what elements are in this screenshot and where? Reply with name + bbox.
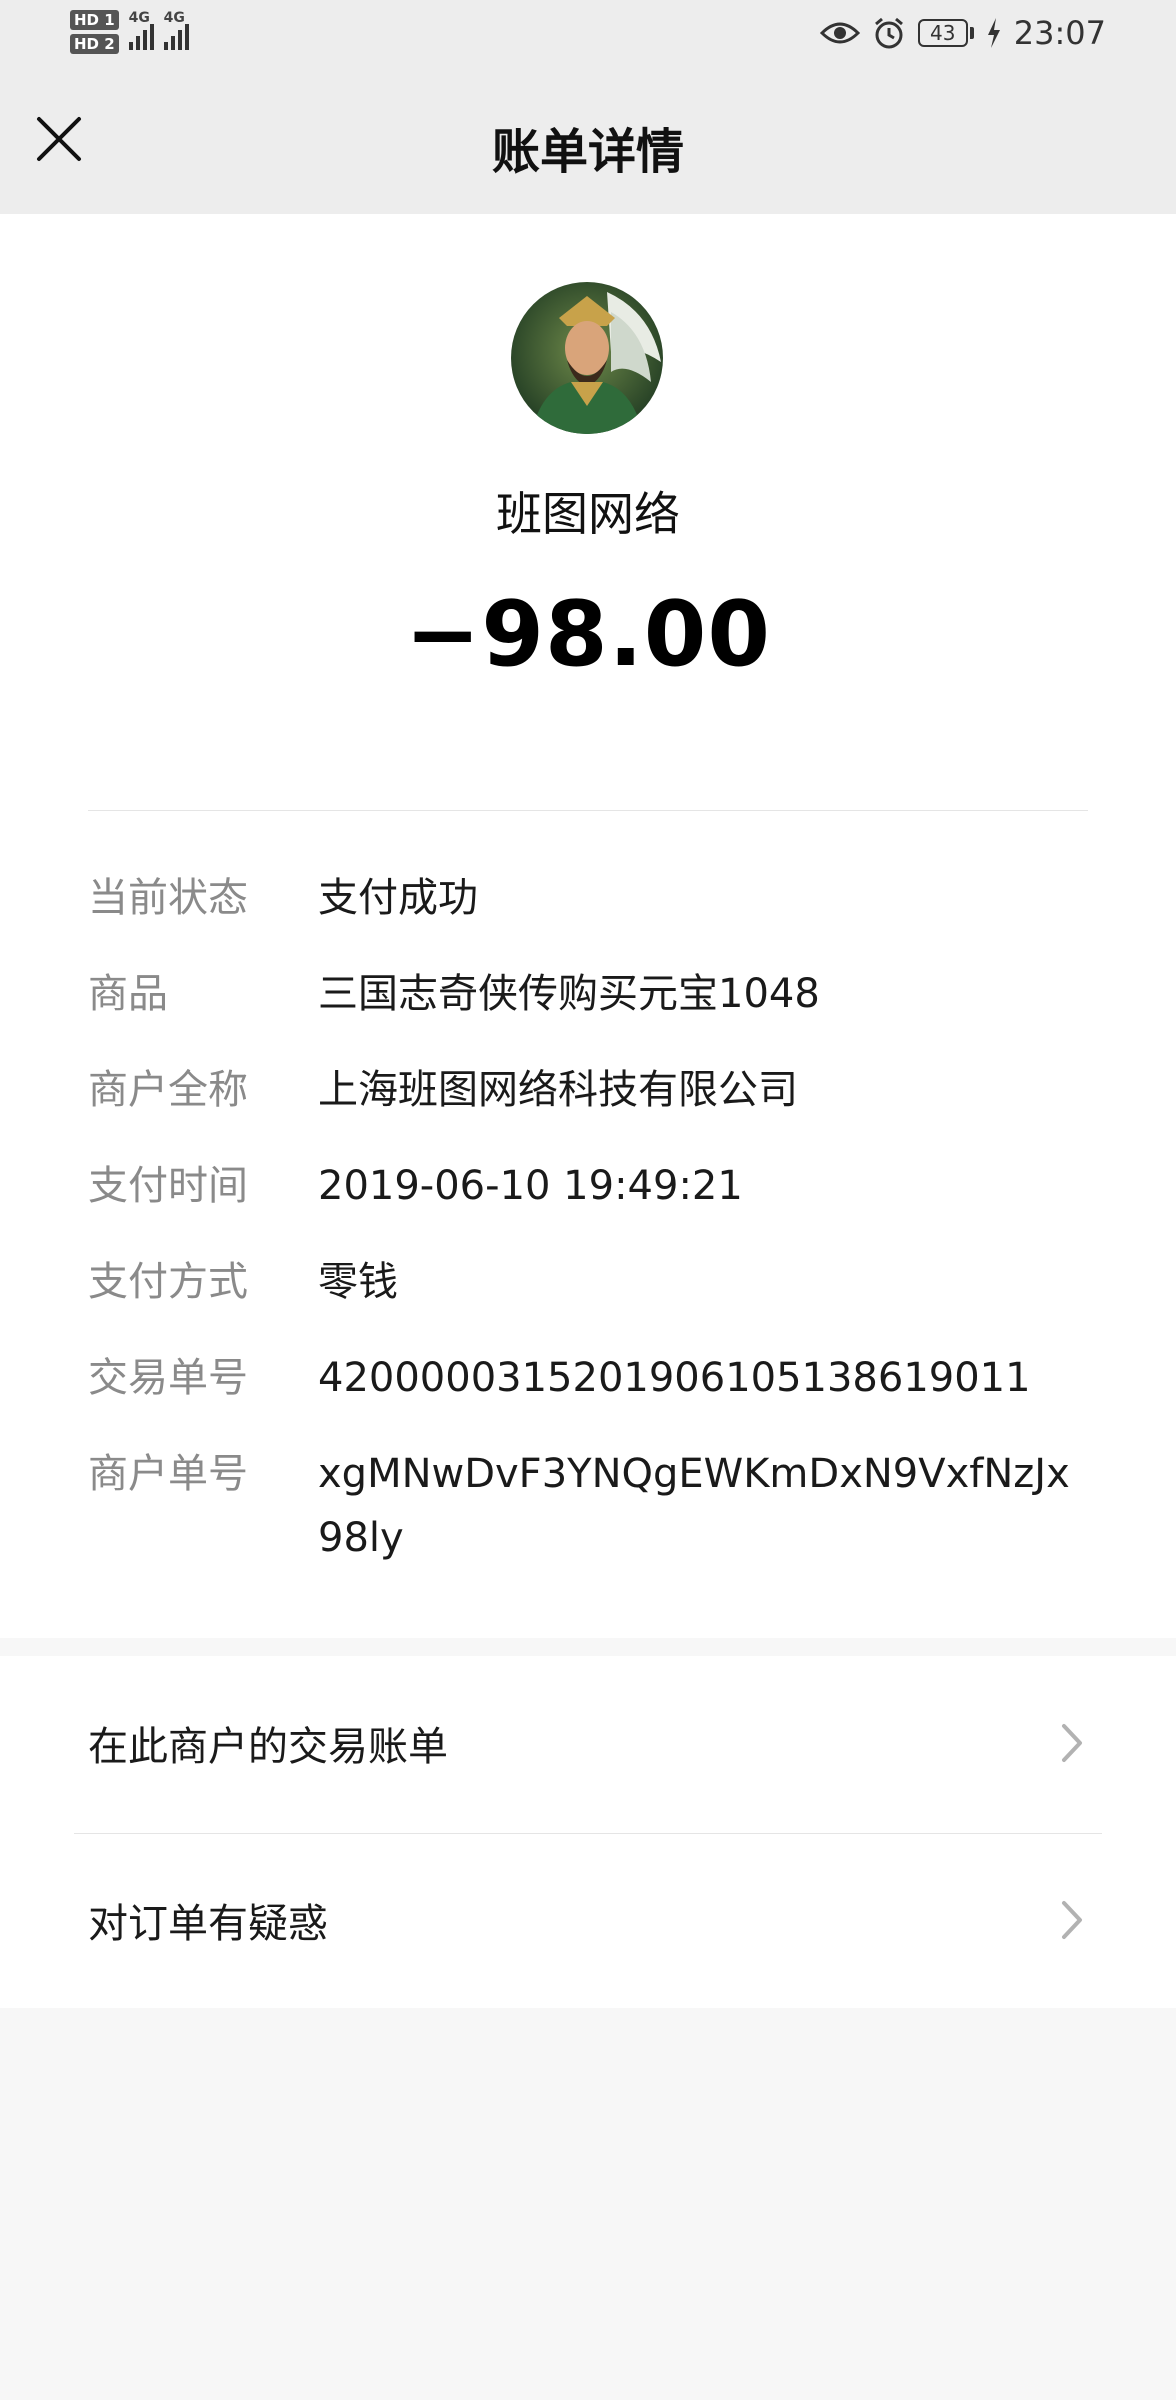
signal-icon: 4G	[128, 10, 154, 50]
detail-value: 上海班图网络科技有限公司	[318, 1067, 798, 1113]
detail-value: 2019-06-10 19:49:21	[318, 1163, 743, 1209]
merchant-avatar[interactable]	[511, 282, 663, 434]
alarm-icon	[874, 17, 903, 49]
detail-label: 支付方式	[88, 1259, 248, 1305]
detail-row-product: 商品 三国志奇侠传购买元宝1048	[88, 970, 1088, 1026]
detail-label: 当前状态	[88, 875, 248, 921]
status-left: HD 1 HD 2 4G 4G	[70, 10, 189, 54]
section-divider	[88, 810, 1088, 811]
detail-row-status: 当前状态 支付成功	[88, 874, 1088, 930]
action-list: 在此商户的交易账单 对订单有疑惑	[0, 1656, 1176, 2008]
page-title: 账单详情	[491, 124, 684, 180]
detail-value: 零钱	[318, 1259, 398, 1305]
sim1-badge: HD 1	[70, 10, 119, 30]
detail-row-method: 支付方式 零钱	[88, 1258, 1088, 1314]
detail-label: 交易单号	[88, 1355, 248, 1401]
detail-label: 商户单号	[88, 1451, 248, 1497]
bill-card: 班图网络 −98.00 当前状态 支付成功 商品 三国志奇侠传购买元宝1048 …	[0, 214, 1176, 1638]
charging-icon	[987, 18, 1000, 48]
network-type-label: 4G	[128, 10, 150, 26]
action-label: 对订单有疑惑	[88, 1901, 328, 1947]
status-right: 43 23:07	[819, 14, 1106, 52]
sim2-badge: HD 2	[70, 34, 119, 54]
nav-bar: 账单详情	[0, 72, 1176, 214]
detail-value: 4200000315201906105138619011	[318, 1355, 1031, 1401]
battery-icon: 43	[917, 19, 974, 47]
detail-label: 商户全称	[88, 1067, 248, 1113]
chevron-right-icon	[1062, 1724, 1082, 1762]
network-type-label: 4G	[163, 10, 185, 26]
merchant-name: 班图网络	[496, 487, 680, 541]
detail-label: 支付时间	[88, 1163, 248, 1209]
detail-row-time: 支付时间 2019-06-10 19:49:21	[88, 1162, 1088, 1218]
detail-value: 三国志奇侠传购买元宝1048	[318, 971, 820, 1017]
merchant-bills-link[interactable]: 在此商户的交易账单	[0, 1656, 1176, 1831]
action-label: 在此商户的交易账单	[88, 1724, 448, 1770]
battery-level: 43	[917, 19, 968, 47]
eye-icon	[819, 22, 860, 44]
detail-row-transaction-id: 交易单号 4200000315201906105138619011	[88, 1354, 1088, 1410]
detail-value: xgMNwDvF3YNQgEWKmDxN9VxfNzJx98ly	[318, 1451, 1070, 1561]
sim-indicators: HD 1 HD 2	[70, 10, 119, 54]
signal-icon: 4G	[163, 10, 189, 50]
detail-value: 支付成功	[318, 875, 478, 921]
detail-row-merchant: 商户全称 上海班图网络科技有限公司	[88, 1066, 1088, 1122]
bill-details: 当前状态 支付成功 商品 三国志奇侠传购买元宝1048 商户全称 上海班图网络科…	[88, 874, 1088, 1610]
bill-amount: −98.00	[404, 582, 772, 687]
detail-label: 商品	[88, 971, 168, 1017]
order-inquiry-link[interactable]: 对订单有疑惑	[0, 1833, 1176, 2008]
detail-row-merchant-order-id: 商户单号 xgMNwDvF3YNQgEWKmDxN9VxfNzJx98ly	[88, 1450, 1088, 1570]
status-bar: HD 1 HD 2 4G 4G 43 23:07	[0, 0, 1176, 72]
chevron-right-icon	[1062, 1901, 1082, 1939]
clock: 23:07	[1013, 14, 1106, 52]
avatar-image	[511, 282, 663, 434]
